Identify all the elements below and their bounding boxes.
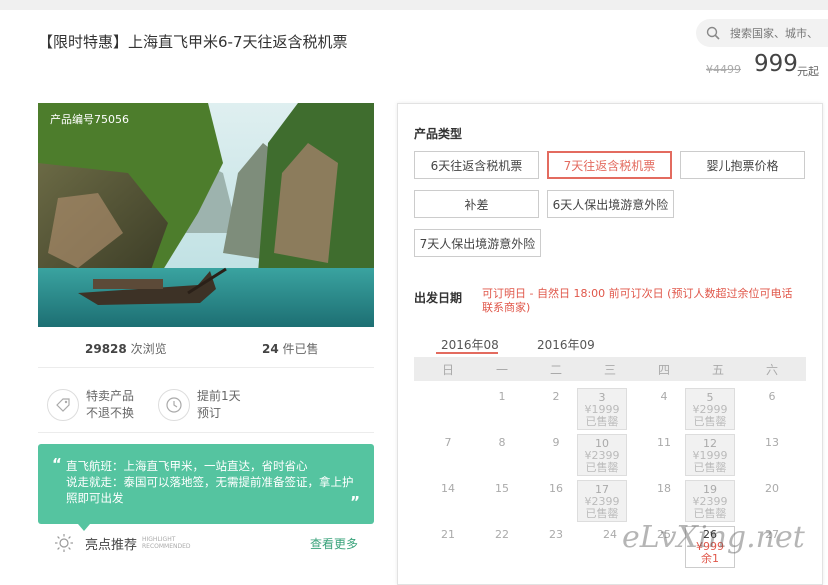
weekday: 二 — [549, 363, 562, 377]
calendar-day: 22 — [477, 529, 527, 541]
calendar-day: 9 — [531, 437, 581, 449]
day-number: 1 — [498, 390, 506, 403]
calendar-day-priced[interactable]: 10 ¥2399 已售罄 — [577, 434, 627, 476]
option-7day-insurance[interactable]: 7天人保出境游意外险 — [414, 229, 541, 257]
current-price: 999 — [754, 51, 798, 77]
sold-count: 24 件已售 — [262, 342, 319, 356]
highlight-line: 直飞航班：上海直飞甲米，一站直达，省时省心 — [66, 459, 308, 473]
weekday: 四 — [657, 363, 670, 377]
calendar-day: 15 — [477, 483, 527, 495]
day-number: 7 — [444, 436, 452, 449]
open-quote-icon: “ — [52, 455, 62, 473]
price-unit: 元起 — [797, 65, 819, 78]
highlights-label: 亮点推荐 — [85, 538, 138, 553]
day-status: 已售罄 — [585, 415, 619, 428]
day-number: 13 — [765, 436, 779, 449]
calendar-day-priced[interactable]: 12 ¥1999 已售罄 — [685, 434, 735, 476]
day-number: 20 — [765, 482, 779, 495]
product-type-label: 产品类型 — [414, 127, 463, 141]
calendar-day: 20 — [747, 483, 797, 495]
calendar-day: 11 — [639, 437, 689, 449]
tag-icon — [47, 389, 79, 421]
day-number: 4 — [660, 390, 668, 403]
day-status: 已售罄 — [585, 507, 619, 520]
calendar-day: 7 — [423, 437, 473, 449]
day-number: 11 — [657, 436, 671, 449]
calendar-day-priced[interactable]: 17 ¥2399 已售罄 — [577, 480, 627, 522]
day-number: 6 — [768, 390, 776, 403]
active-month-indicator — [436, 352, 498, 354]
watermark: eLvXing.net — [622, 520, 805, 555]
search-placeholder: 搜索国家、城市、 — [730, 27, 818, 40]
weekday-header: 日 一 二 三 四 五 六 — [414, 357, 806, 381]
option-6day-ticket[interactable]: 6天往返含税机票 — [414, 151, 539, 179]
tab-month-2016-09[interactable]: 2016年09 — [537, 336, 595, 353]
day-number: 2 — [552, 390, 560, 403]
weekday: 日 — [441, 363, 454, 377]
view-more-link[interactable]: 查看更多 — [310, 535, 358, 552]
page-title: 【限时特惠】上海直飞甲米6-7天往返含税机票 — [38, 33, 348, 51]
sun-icon — [55, 534, 73, 552]
highlight-box-pointer — [78, 524, 90, 531]
day-number: 14 — [441, 482, 455, 495]
day-number: 22 — [495, 528, 509, 541]
highlight-box: “ 直飞航班：上海直飞甲米，一站直达，省时省心 说走就走：泰国可以落地签，无需提… — [38, 444, 374, 524]
close-quote-icon: ” — [350, 493, 360, 511]
product-photo-image — [38, 103, 374, 327]
calendar-day: 2 — [531, 391, 581, 403]
calendar-day: 21 — [423, 529, 473, 541]
calendar-day-priced[interactable]: 19 ¥2399 已售罄 — [685, 480, 735, 522]
search-icon — [706, 26, 720, 40]
departure-date-label: 出发日期 — [414, 291, 463, 305]
day-number: 8 — [498, 436, 506, 449]
weekday: 三 — [603, 363, 616, 377]
calendar-day: 4 — [639, 391, 689, 403]
weekday: 五 — [711, 363, 724, 377]
booking-note: 可订明日 - 自然日 18:00 前可订次日 (预订人数超过余位可电话联系商家) — [482, 287, 793, 314]
day-status: 已售罄 — [693, 507, 727, 520]
product-photo[interactable]: 产品编号75056 — [38, 103, 374, 327]
weekday: 一 — [495, 363, 508, 377]
calendar-day-priced[interactable]: 5 ¥2999 已售罄 — [685, 388, 735, 430]
day-number: 23 — [549, 528, 563, 541]
calendar-day-priced[interactable]: 3 ¥1999 已售罄 — [577, 388, 627, 430]
top-bar — [0, 0, 828, 10]
calendar-day: 1 — [477, 391, 527, 403]
option-infant-price[interactable]: 婴儿抱票价格 — [680, 151, 805, 179]
calendar-day: 18 — [639, 483, 689, 495]
day-status: 已售罄 — [585, 461, 619, 474]
option-price-difference[interactable]: 补差 — [414, 190, 539, 218]
calendar-day: 8 — [477, 437, 527, 449]
divider — [38, 367, 374, 368]
calendar-day: 23 — [531, 529, 581, 541]
day-status: 已售罄 — [693, 415, 727, 428]
clock-icon — [158, 389, 190, 421]
calendar-day: 14 — [423, 483, 473, 495]
option-7day-ticket[interactable]: 7天往返含税机票 — [547, 151, 672, 179]
calendar-day: 13 — [747, 437, 797, 449]
option-6day-insurance[interactable]: 6天人保出境游意外险 — [547, 190, 674, 218]
original-price: ¥4499 — [706, 63, 741, 76]
tab-month-2016-08[interactable]: 2016年08 — [441, 336, 499, 353]
search-box[interactable]: 搜索国家、城市、 — [696, 19, 828, 47]
product-code: 产品编号75056 — [50, 113, 129, 126]
day-number: 9 — [552, 436, 560, 449]
day-status: 已售罄 — [693, 461, 727, 474]
highlights-label-en: HIGHLIGHT RECOMMENDED — [142, 536, 191, 550]
highlight-line: 说走就走：泰国可以落地签，无需提前准备签证，拿上护照即可出发 — [66, 475, 354, 505]
weekday: 六 — [765, 363, 778, 377]
calendar-day: 6 — [747, 391, 797, 403]
view-count: 29828 次浏览 — [85, 342, 167, 356]
divider — [38, 432, 374, 433]
day-number: 18 — [657, 482, 671, 495]
day-number: 16 — [549, 482, 563, 495]
day-number: 21 — [441, 528, 455, 541]
day-number: 15 — [495, 482, 509, 495]
calendar-day: 16 — [531, 483, 581, 495]
